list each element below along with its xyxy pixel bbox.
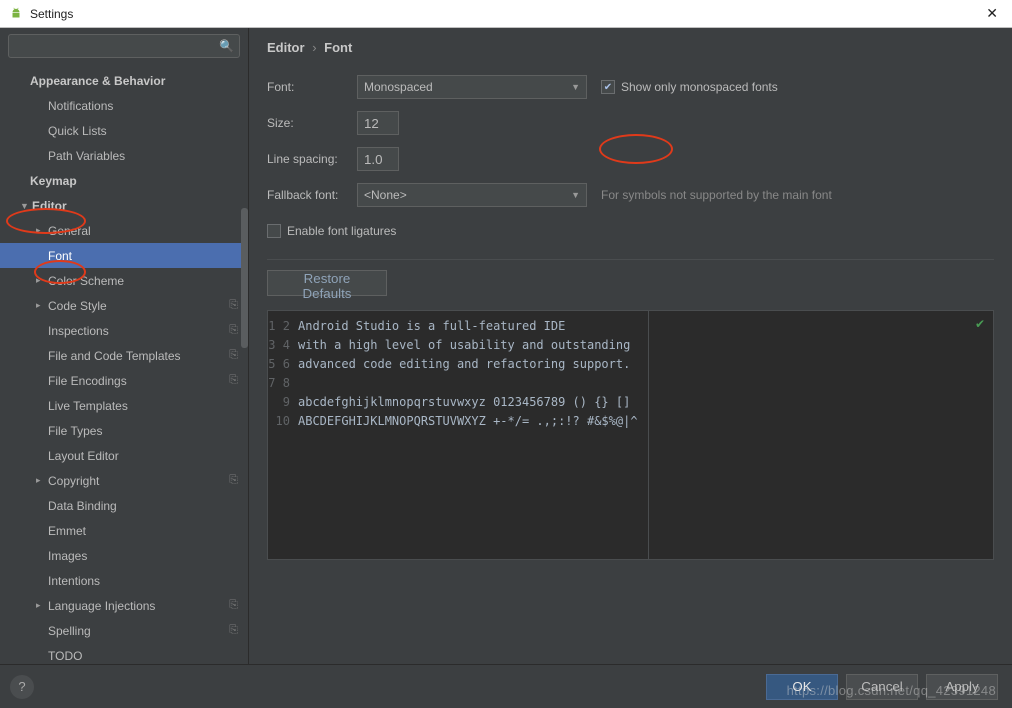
linespacing-label: Line spacing: xyxy=(267,152,357,166)
tree-inspections[interactable]: Inspections⎘ xyxy=(0,318,248,343)
tree-notifications[interactable]: Notifications xyxy=(0,93,248,118)
tree-emmet[interactable]: Emmet xyxy=(0,518,248,543)
font-select[interactable]: Monospaced ▼ xyxy=(357,75,587,99)
tree-language-injections[interactable]: ▸Language Injections⎘ xyxy=(0,593,248,618)
project-badge-icon: ⎘ xyxy=(229,474,238,487)
tree-images[interactable]: Images xyxy=(0,543,248,568)
check-icon: ✔ xyxy=(975,317,985,331)
help-button[interactable]: ? xyxy=(10,675,34,699)
chevron-right-icon: ▸ xyxy=(36,475,46,486)
chevron-right-icon: ▸ xyxy=(36,225,46,236)
tree-live-templates[interactable]: Live Templates xyxy=(0,393,248,418)
settings-tree: Appearance & Behavior Notifications Quic… xyxy=(0,64,248,664)
search-icon[interactable]: 🔍 xyxy=(219,39,234,53)
tree-intentions[interactable]: Intentions xyxy=(0,568,248,593)
breadcrumb-editor[interactable]: Editor xyxy=(267,40,305,55)
window-title: Settings xyxy=(30,7,980,21)
ok-button[interactable]: OK xyxy=(766,674,838,700)
checkbox-icon xyxy=(267,224,281,238)
project-badge-icon: ⎘ xyxy=(229,349,238,362)
tree-appearance-behavior[interactable]: Appearance & Behavior xyxy=(0,68,248,93)
breadcrumb: Editor › Font xyxy=(249,28,1012,65)
cancel-button[interactable]: Cancel xyxy=(846,674,918,700)
chevron-right-icon: › xyxy=(312,40,316,55)
apply-button[interactable]: Apply xyxy=(926,674,998,700)
mono-only-label: Show only monospaced fonts xyxy=(621,80,778,94)
tree-data-binding[interactable]: Data Binding xyxy=(0,493,248,518)
tree-editor[interactable]: ▼Editor xyxy=(0,193,248,218)
project-badge-icon: ⎘ xyxy=(229,299,238,312)
tree-copyright[interactable]: ▸Copyright⎘ xyxy=(0,468,248,493)
font-preview: 1 2 3 4 5 6 7 8 9 10 Android Studio is a… xyxy=(267,310,994,560)
tree-quick-lists[interactable]: Quick Lists xyxy=(0,118,248,143)
tree-file-encodings[interactable]: File Encodings⎘ xyxy=(0,368,248,393)
ligatures-checkbox[interactable]: Enable font ligatures xyxy=(267,224,396,238)
fallback-label: Fallback font: xyxy=(267,188,357,202)
preview-divider xyxy=(648,311,649,559)
android-icon xyxy=(8,6,24,22)
project-badge-icon: ⎘ xyxy=(229,599,238,612)
bottom-bar: ? OK Cancel Apply xyxy=(0,664,1012,708)
chevron-right-icon: ▸ xyxy=(36,300,46,311)
font-select-value: Monospaced xyxy=(364,80,433,94)
font-label: Font: xyxy=(267,80,357,94)
tree-keymap[interactable]: Keymap xyxy=(0,168,248,193)
tree-spelling[interactable]: Spelling⎘ xyxy=(0,618,248,643)
mono-only-checkbox[interactable]: ✔ Show only monospaced fonts xyxy=(601,80,778,94)
breadcrumb-font: Font xyxy=(324,40,352,55)
project-badge-icon: ⎘ xyxy=(229,624,238,637)
preview-code[interactable]: Android Studio is a full-featured IDE wi… xyxy=(294,311,993,559)
preview-gutter: 1 2 3 4 5 6 7 8 9 10 xyxy=(268,311,294,559)
title-bar: Settings ✕ xyxy=(0,0,1012,28)
restore-defaults-button[interactable]: Restore Defaults xyxy=(267,270,387,296)
tree-general[interactable]: ▸General xyxy=(0,218,248,243)
font-form: Font: Monospaced ▼ ✔ Show only monospace… xyxy=(249,65,1012,253)
tree-file-code-templates[interactable]: File and Code Templates⎘ xyxy=(0,343,248,368)
fallback-select-value: <None> xyxy=(364,188,407,202)
ligatures-label: Enable font ligatures xyxy=(287,224,396,238)
chevron-right-icon: ▸ xyxy=(36,600,46,611)
fallback-hint: For symbols not supported by the main fo… xyxy=(601,188,832,202)
tree-font[interactable]: Font xyxy=(0,243,248,268)
chevron-down-icon: ▼ xyxy=(571,82,580,92)
chevron-down-icon: ▼ xyxy=(20,201,30,211)
size-label: Size: xyxy=(267,116,357,130)
settings-content: Editor › Font Font: Monospaced ▼ ✔ Show … xyxy=(249,28,1012,664)
project-badge-icon: ⎘ xyxy=(229,374,238,387)
tree-code-style[interactable]: ▸Code Style⎘ xyxy=(0,293,248,318)
search-input[interactable] xyxy=(8,34,240,58)
tree-file-types[interactable]: File Types xyxy=(0,418,248,443)
tree-color-scheme[interactable]: ▸Color Scheme xyxy=(0,268,248,293)
chevron-down-icon: ▼ xyxy=(571,190,580,200)
close-icon[interactable]: ✕ xyxy=(980,5,1004,22)
tree-layout-editor[interactable]: Layout Editor xyxy=(0,443,248,468)
tree-path-variables[interactable]: Path Variables xyxy=(0,143,248,168)
separator xyxy=(267,259,994,260)
tree-todo[interactable]: TODO xyxy=(0,643,248,664)
linespacing-input[interactable] xyxy=(357,147,399,171)
chevron-right-icon: ▸ xyxy=(36,275,46,286)
project-badge-icon: ⎘ xyxy=(229,324,238,337)
fallback-select[interactable]: <None> ▼ xyxy=(357,183,587,207)
size-input[interactable] xyxy=(357,111,399,135)
checkbox-icon: ✔ xyxy=(601,80,615,94)
search-wrap: 🔍 xyxy=(0,28,248,64)
sidebar-scrollbar[interactable] xyxy=(241,208,248,348)
settings-sidebar: 🔍 Appearance & Behavior Notifications Qu… xyxy=(0,28,249,664)
